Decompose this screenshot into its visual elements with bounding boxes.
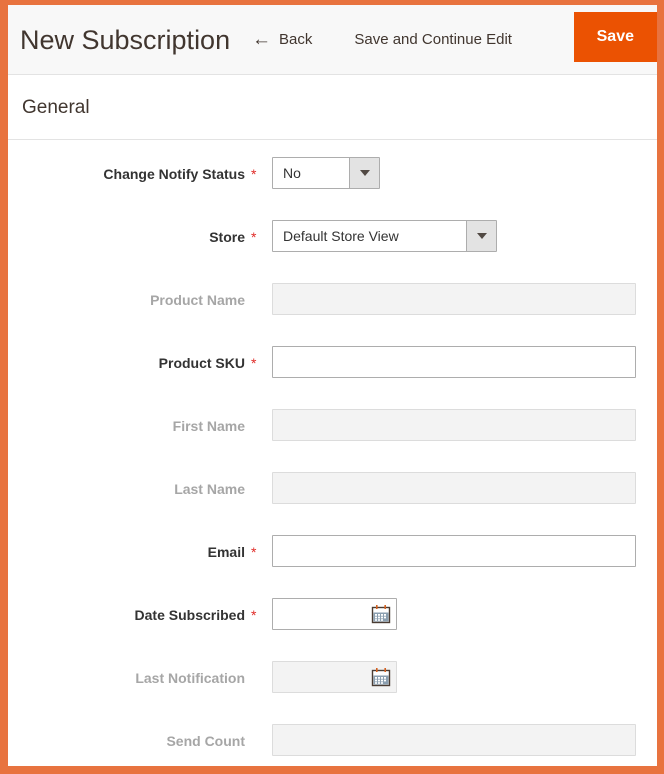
field-row-store: Store * Default Store View [8, 220, 657, 283]
chevron-down-icon[interactable] [466, 221, 496, 251]
field-control [272, 283, 636, 315]
field-label-wrap: Product SKU * [8, 346, 258, 378]
calendar-icon [371, 667, 391, 687]
input-first-name [272, 409, 636, 441]
field-control [272, 409, 636, 441]
field-row-date-subscribed: Date Subscribed * [8, 598, 657, 661]
required-marker: * [251, 607, 257, 623]
field-control [272, 661, 397, 693]
field-control [272, 346, 636, 378]
field-row-change-notify-status: Change Notify Status * No [8, 157, 657, 220]
select-change-notify-status[interactable]: No [272, 157, 380, 189]
field-label-wrap: Last Name* [8, 472, 258, 504]
required-marker: * [251, 229, 257, 245]
input-product-name [272, 283, 636, 315]
chevron-down-icon[interactable] [349, 158, 379, 188]
field-label-wrap: Change Notify Status * [8, 157, 258, 189]
input-send-count [272, 724, 636, 756]
field-label-wrap: Send Count* [8, 724, 258, 756]
field-control [272, 472, 636, 504]
field-label-store: Store [209, 229, 245, 245]
save-button[interactable]: Save [573, 12, 657, 62]
back-button-label: Back [279, 31, 313, 48]
calendar-icon[interactable] [371, 604, 391, 624]
caret-shape [476, 233, 487, 239]
field-control: Default Store View [272, 220, 497, 252]
page-title: New Subscription [20, 24, 231, 55]
field-row-email: Email * [8, 535, 657, 598]
arrow-left-icon: ← [252, 29, 271, 50]
field-label-product-name: Product Name [150, 292, 245, 308]
field-label-first-name: First Name [172, 418, 245, 434]
select-store[interactable]: Default Store View [272, 220, 497, 252]
select-value-store: Default Store View [283, 228, 399, 244]
section-title-general: General [8, 75, 657, 140]
caret-shape [359, 170, 370, 176]
field-row-product-name: Product Name* [8, 283, 657, 346]
field-row-product-sku: Product SKU * [8, 346, 657, 409]
field-label-wrap: Email * [8, 535, 258, 567]
field-row-last-notification: Last Notification* [8, 661, 657, 724]
field-label-last-name: Last Name [174, 481, 245, 497]
field-row-send-count: Send Count* [8, 724, 657, 766]
field-label-email: Email [207, 544, 245, 560]
general-form: Change Notify Status * No Store * Default Sto… [8, 140, 657, 766]
field-label-wrap: Last Notification* [8, 661, 258, 693]
field-label-change-notify-status: Change Notify Status [103, 166, 245, 182]
input-email[interactable] [272, 535, 636, 567]
field-label-wrap: Date Subscribed * [8, 598, 258, 630]
field-row-first-name: First Name* [8, 409, 657, 472]
field-control [272, 598, 397, 630]
field-label-date-subscribed: Date Subscribed [134, 607, 245, 623]
save-and-continue-edit-button[interactable]: Save and Continue Edit [354, 31, 512, 48]
back-button[interactable]: ← Back [252, 30, 312, 49]
header-actions: ← Back Save and Continue Edit [252, 5, 512, 74]
field-label-send-count: Send Count [166, 733, 245, 749]
field-label-wrap: Product Name* [8, 283, 258, 315]
field-label-wrap: Store * [8, 220, 258, 252]
field-row-last-name: Last Name* [8, 472, 657, 535]
field-label-product-sku: Product SKU [158, 355, 245, 371]
input-last-name [272, 472, 636, 504]
field-label-wrap: First Name* [8, 409, 258, 441]
page-header: New Subscription ← Back Save and Continu… [8, 5, 657, 75]
required-marker: * [251, 544, 257, 560]
required-marker: * [251, 355, 257, 371]
field-control [272, 535, 636, 567]
field-label-last-notification: Last Notification [135, 670, 245, 686]
input-product-sku[interactable] [272, 346, 636, 378]
field-control: No [272, 157, 380, 189]
select-value-change-notify-status: No [283, 165, 301, 181]
required-marker: * [251, 166, 257, 182]
admin-page-frame: New Subscription ← Back Save and Continu… [0, 0, 664, 774]
field-control [272, 724, 636, 756]
